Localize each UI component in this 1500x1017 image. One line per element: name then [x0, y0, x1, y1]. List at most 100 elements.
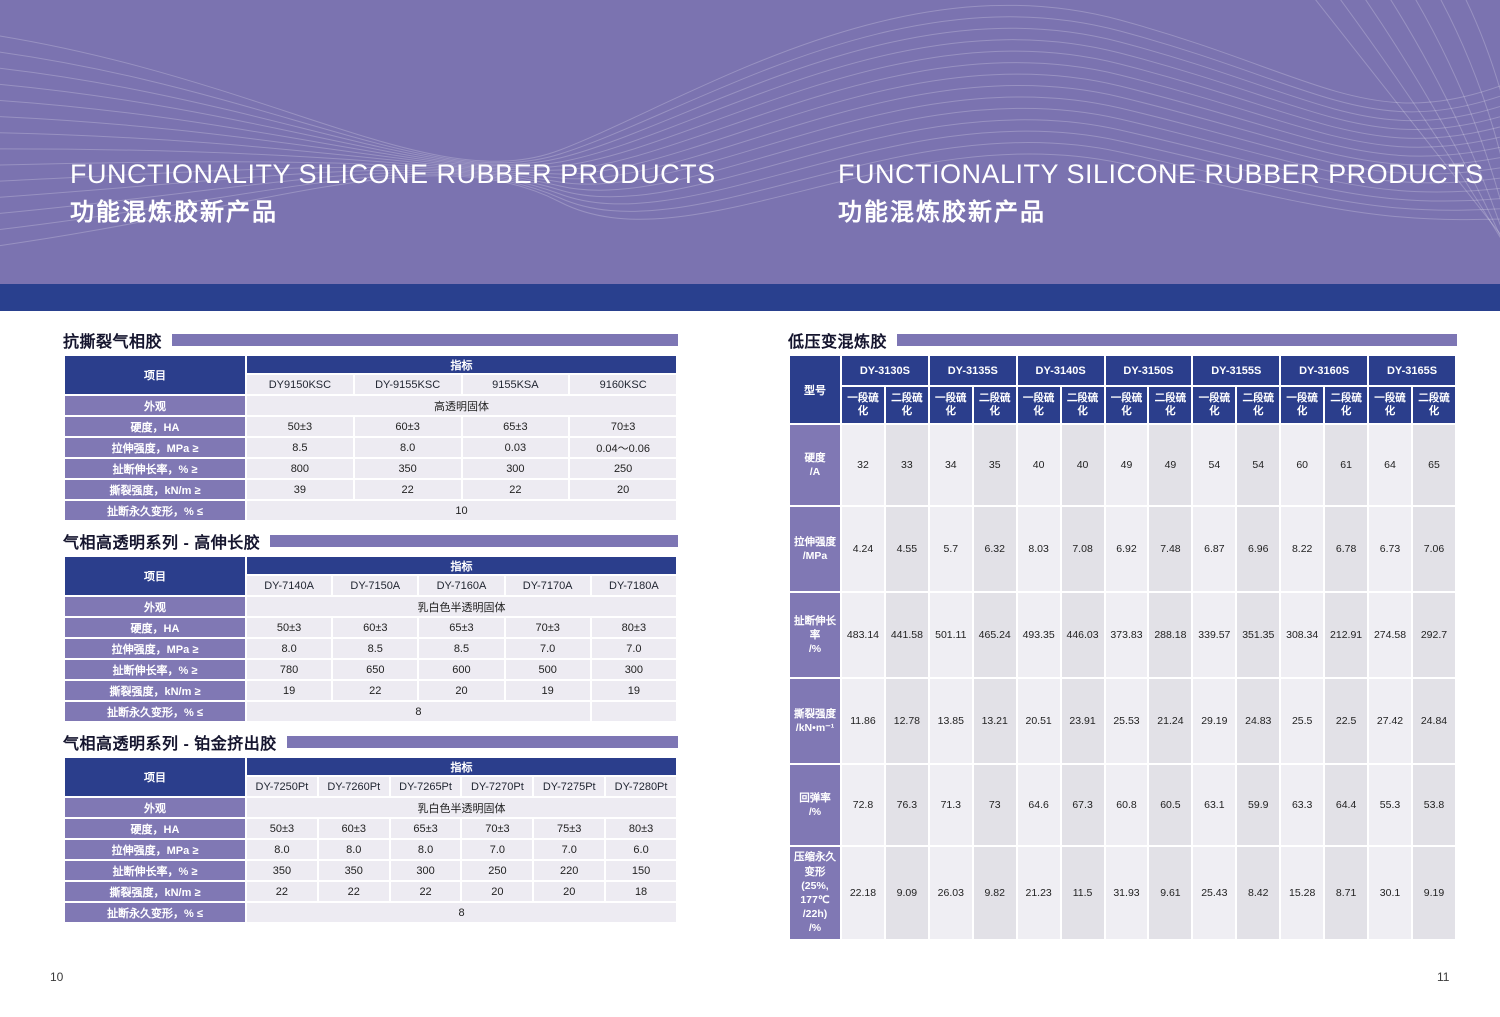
spec-value: 19 [247, 681, 331, 700]
section-title-bar [172, 334, 678, 346]
spec-value: 75±3 [534, 819, 604, 838]
spec-value: 6.87 [1193, 507, 1235, 591]
spec-value: 0.04～0.06 [570, 438, 676, 457]
table-row: 硬度，HA50±360±365±370±375±380±3 [65, 819, 676, 838]
spec-table-platinum-extrusion: 项目指标DY-7250PtDY-7260PtDY-7265PtDY-7270Pt… [63, 756, 678, 924]
table-row: 外观乳白色半透明固体 [65, 597, 676, 616]
spec-value: 650 [333, 660, 417, 679]
divider-band [0, 284, 1500, 311]
row-label: 扯断伸长率 /% [790, 593, 840, 677]
corner-header: 项目 [65, 758, 245, 796]
spec-value: 6.96 [1237, 507, 1279, 591]
spec-table: 项目指标DY-7140ADY-7150ADY-7160ADY-7170ADY-7… [63, 555, 678, 723]
spec-value: 33 [886, 425, 928, 505]
spec-value: 73 [974, 765, 1016, 845]
spec-value-span: 10 [247, 501, 676, 520]
spec-value: 25.53 [1106, 679, 1148, 763]
row-label: 外观 [65, 597, 245, 616]
left-page-content: 抗撕裂气相胶 项目指标DY9150KSCDY-9155KSC9155KSA916… [63, 329, 678, 932]
spec-value: 29.19 [1193, 679, 1235, 763]
table-row: 撕裂强度，kN/m ≥1922201919 [65, 681, 676, 700]
spec-value: 500 [506, 660, 590, 679]
spec-value: 70±3 [462, 819, 532, 838]
page-number-left: 10 [50, 970, 63, 984]
spec-value: 22 [355, 480, 461, 499]
row-label: 硬度，HA [65, 417, 245, 436]
spec-value: 6.78 [1325, 507, 1367, 591]
spec-value: 49 [1149, 425, 1191, 505]
spec-value: 32 [842, 425, 884, 505]
indicator-header: 指标 [247, 758, 676, 775]
cure-stage-header: 二段硫化 [1149, 387, 1191, 423]
spec-value: 9.09 [886, 847, 928, 939]
spec-value: 65±3 [391, 819, 461, 838]
spec-value: 65 [1413, 425, 1455, 505]
section-head: 气相高透明系列 - 铂金挤出胶 [63, 731, 678, 753]
spec-value: 71.3 [930, 765, 972, 845]
spec-value: 8.5 [333, 639, 417, 658]
spec-value: 24.84 [1413, 679, 1455, 763]
row-label: 硬度 /A [790, 425, 840, 505]
spec-value: 483.14 [842, 593, 884, 677]
section-title: 气相高透明系列 - 铂金挤出胶 [63, 730, 277, 754]
spec-value: 20.51 [1018, 679, 1060, 763]
row-label: 撕裂强度，kN/m ≥ [65, 681, 245, 700]
spec-value: 7.08 [1062, 507, 1104, 591]
section-title-bar [270, 535, 678, 547]
spec-value: 49 [1106, 425, 1148, 505]
spec-value: 22 [333, 681, 417, 700]
table-row: 压缩永久变形 (25%, 177℃ /22h) /%22.189.0926.03… [790, 847, 1455, 939]
spec-value: 60 [1281, 425, 1323, 505]
spec-value: 70±3 [506, 618, 590, 637]
spec-value: 61 [1325, 425, 1367, 505]
cure-stage-header: 一段硫化 [1018, 387, 1060, 423]
product-header: DY-7160A [419, 576, 503, 595]
spec-value: 50±3 [247, 417, 353, 436]
spec-value: 76.3 [886, 765, 928, 845]
spec-value-span: 8 [247, 903, 676, 922]
spec-value: 8.5 [247, 438, 353, 457]
spec-value: 60.8 [1106, 765, 1148, 845]
table-row: 硬度，HA50±360±365±370±3 [65, 417, 676, 436]
row-label: 扯断伸长率，% ≥ [65, 459, 245, 478]
row-label: 扯断永久变形，% ≤ [65, 501, 245, 520]
spec-value: 24.83 [1237, 679, 1279, 763]
spec-value: 8.0 [391, 840, 461, 859]
row-label: 拉伸强度，MPa ≥ [65, 438, 245, 457]
spec-value: 15.28 [1281, 847, 1323, 939]
spec-value: 288.18 [1149, 593, 1191, 677]
wave-decoration [0, 0, 1500, 284]
section-head: 低压变混炼胶 [788, 329, 1457, 351]
spec-value: 501.11 [930, 593, 972, 677]
spec-value: 21.24 [1149, 679, 1191, 763]
spec-value: 8.22 [1281, 507, 1323, 591]
spec-value: 22.18 [842, 847, 884, 939]
spec-value: 373.83 [1106, 593, 1148, 677]
row-label: 扯断永久变形，% ≤ [65, 903, 245, 922]
spec-value: 8.0 [247, 639, 331, 658]
spec-value: 300 [391, 861, 461, 880]
spec-value: 6.73 [1369, 507, 1411, 591]
product-header: DY-3150S [1106, 356, 1192, 385]
spec-value: 64 [1369, 425, 1411, 505]
spec-value: 6.32 [974, 507, 1016, 591]
spec-value: 7.0 [592, 639, 676, 658]
table-row: 扯断伸长率，% ≥800350300250 [65, 459, 676, 478]
spec-value: 8.03 [1018, 507, 1060, 591]
spec-value: 8.0 [247, 840, 317, 859]
spec-value: 27.42 [1369, 679, 1411, 763]
spec-value: 250 [462, 861, 532, 880]
product-header: DY-3140S [1018, 356, 1104, 385]
spec-value: 8.71 [1325, 847, 1367, 939]
spec-value: 20 [462, 882, 532, 901]
page-number-right: 11 [1437, 970, 1449, 984]
spec-value: 80±3 [592, 618, 676, 637]
spec-value: 19 [592, 681, 676, 700]
spec-value: 4.55 [886, 507, 928, 591]
page-title-zh: 功能混炼胶新产品 [838, 198, 1484, 228]
row-label: 撕裂强度，kN/m ≥ [65, 480, 245, 499]
table-row: 拉伸强度，MPa ≥8.08.58.57.07.0 [65, 639, 676, 658]
spec-value: 34 [930, 425, 972, 505]
indicator-header: 指标 [247, 557, 676, 574]
spec-value: 67.3 [1062, 765, 1104, 845]
